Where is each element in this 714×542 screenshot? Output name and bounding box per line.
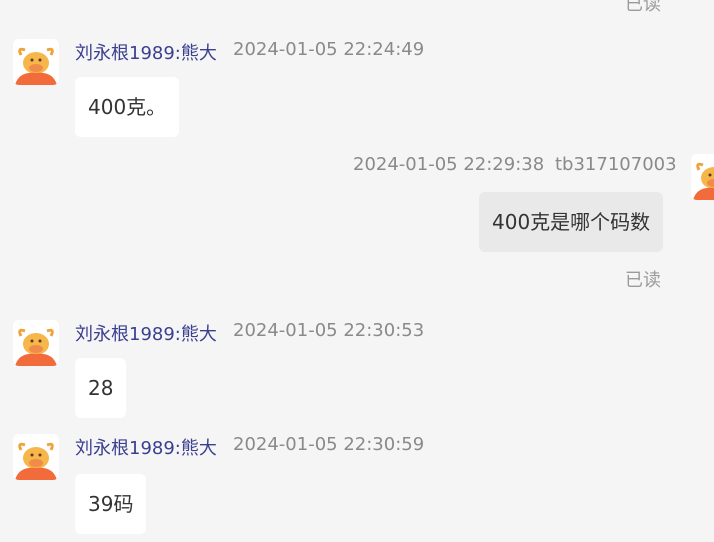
read-status: 已读 (625, 270, 661, 291)
message-bubble-incoming[interactable]: 400克。 (75, 77, 180, 137)
message-timestamp: 2024-01-05 22:24:49 (233, 39, 425, 60)
message-timestamp: 2024-01-05 22:30:59 (233, 434, 425, 455)
avatar-incoming-3[interactable] (13, 434, 59, 480)
bull-avatar-icon (691, 154, 714, 200)
message-bubble-incoming[interactable]: 39码 (75, 474, 147, 534)
sender-name[interactable]: 刘永根1989:熊大 (75, 39, 217, 65)
message-bubble-incoming[interactable]: 28 (75, 358, 127, 418)
avatar-incoming-1[interactable] (13, 39, 59, 85)
message-bubble-outgoing[interactable]: 400克是哪个码数 (479, 192, 664, 252)
message-timestamp: 2024-01-05 22:29:38 (353, 154, 545, 175)
bull-avatar-icon (13, 434, 59, 480)
sender-name[interactable]: 刘永根1989:熊大 (75, 434, 217, 460)
own-sender-name: tb317107003 (555, 154, 677, 175)
bull-avatar-icon (13, 320, 59, 366)
bull-avatar-icon (13, 39, 59, 85)
read-status-top: 已读 (625, 0, 661, 15)
avatar-incoming-2[interactable] (13, 320, 59, 366)
avatar-own[interactable] (691, 154, 714, 200)
sender-name[interactable]: 刘永根1989:熊大 (75, 320, 217, 346)
message-timestamp: 2024-01-05 22:30:53 (233, 320, 425, 341)
